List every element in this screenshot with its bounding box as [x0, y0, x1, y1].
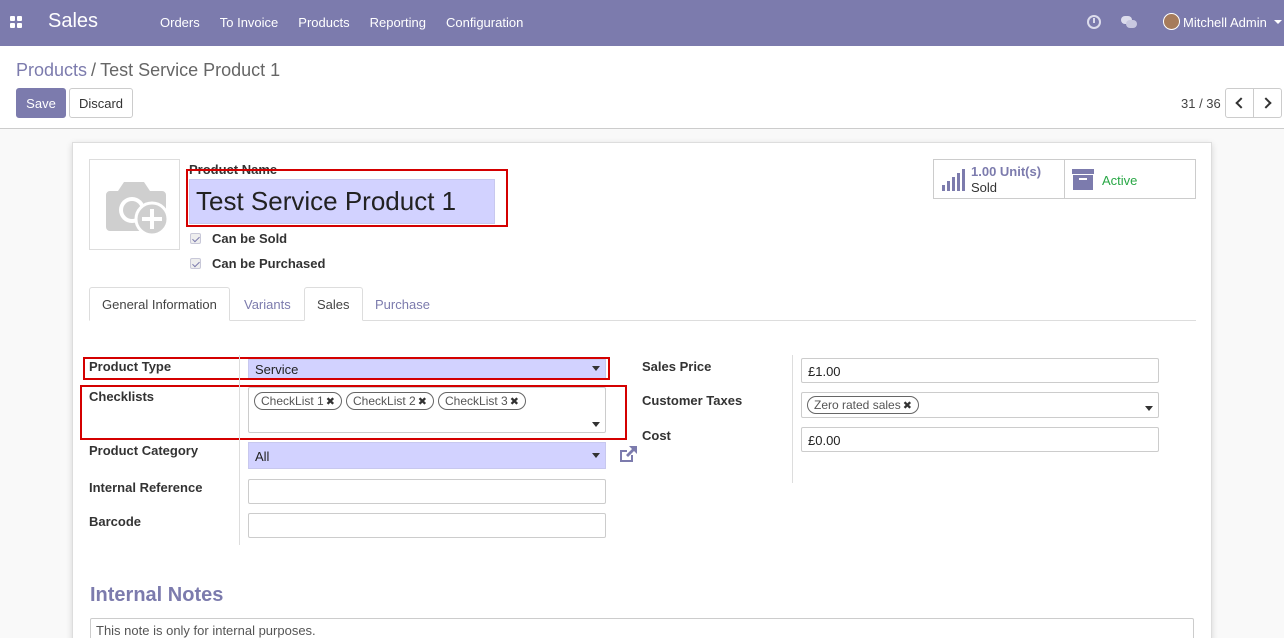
- sold-stat-label: Sold: [971, 180, 998, 195]
- save-button[interactable]: Save: [16, 88, 66, 118]
- can-be-sold-checkbox[interactable]: [190, 233, 201, 244]
- form-sheet: Product Name Test Service Product 1 Can …: [72, 142, 1212, 638]
- menu-configuration[interactable]: Configuration: [436, 15, 533, 30]
- sold-stat-button[interactable]: 1.00 Unit(s) Sold: [933, 159, 1065, 199]
- user-avatar[interactable]: [1163, 13, 1180, 30]
- control-panel: Products / Test Service Product 1 Save Dis…: [0, 46, 1284, 129]
- field-separator-left: [239, 355, 240, 545]
- remove-tag-icon[interactable]: ✖: [903, 400, 912, 412]
- form-tabs: General Information Variants Sales Purch…: [89, 287, 1196, 321]
- product-category-label: Product Category: [89, 443, 199, 458]
- field-separator-right: [792, 355, 793, 483]
- tab-variants[interactable]: Variants: [231, 287, 304, 321]
- breadcrumb-separator: /: [91, 60, 97, 80]
- can-be-sold-label: Can be Sold: [212, 231, 288, 246]
- breadcrumb-current: Test Service Product 1: [100, 60, 281, 80]
- barcode-input[interactable]: [248, 513, 606, 538]
- tab-purchase[interactable]: Purchase: [362, 287, 443, 321]
- cost-label: Cost: [642, 428, 671, 443]
- active-label: Active: [1102, 173, 1138, 188]
- menu-reporting[interactable]: Reporting: [360, 15, 436, 30]
- can-be-purchased-label: Can be Purchased: [212, 256, 326, 271]
- app-name: Sales: [48, 10, 99, 32]
- internal-reference-input[interactable]: [248, 479, 606, 504]
- top-navbar: Sales Orders To Invoice Products Reporti…: [0, 0, 1284, 46]
- product-category-caret-icon: [592, 453, 600, 458]
- breadcrumb: Products / Test Service Product 1: [16, 60, 280, 81]
- chevron-left-icon: [1235, 97, 1247, 109]
- chat-icon[interactable]: [1121, 16, 1137, 28]
- pager-previous-button[interactable]: [1225, 88, 1254, 118]
- internal-notes-title: Internal Notes: [90, 584, 224, 606]
- tab-sales[interactable]: Sales: [304, 287, 363, 321]
- activity-clock-icon[interactable]: [1087, 15, 1101, 29]
- product-image[interactable]: [89, 159, 180, 250]
- tab-general-information[interactable]: General Information: [89, 287, 230, 321]
- chevron-right-icon: [1260, 97, 1272, 109]
- discard-button[interactable]: Discard: [69, 88, 133, 118]
- apps-grid-icon[interactable]: [10, 16, 23, 29]
- external-link-icon[interactable]: [618, 445, 638, 463]
- user-menu-name[interactable]: Mitchell Admin: [1183, 15, 1267, 30]
- user-menu-caret-icon[interactable]: [1274, 20, 1282, 24]
- internal-notes-textarea[interactable]: This note is only for internal purposes.: [90, 618, 1194, 638]
- menu-orders[interactable]: Orders: [150, 15, 210, 30]
- main-menu: Orders To Invoice Products Reporting Con…: [150, 15, 533, 30]
- can-be-purchased-checkbox[interactable]: [190, 258, 201, 269]
- menu-products[interactable]: Products: [288, 15, 359, 30]
- cost-input[interactable]: £0.00: [801, 427, 1159, 452]
- customer-taxes-field[interactable]: Zero rated sales ✖: [801, 392, 1159, 418]
- active-toggle-button[interactable]: Active: [1064, 159, 1196, 199]
- customer-taxes-caret-icon: [1145, 406, 1153, 411]
- pager-value[interactable]: 31 / 36: [1181, 96, 1221, 111]
- product-category-select[interactable]: All: [248, 442, 606, 469]
- breadcrumb-products-link[interactable]: Products: [16, 60, 87, 80]
- barcode-label: Barcode: [89, 514, 142, 529]
- bar-chart-icon: [942, 169, 966, 191]
- customer-taxes-label: Customer Taxes: [642, 393, 743, 408]
- highlight-box-checklists: [80, 385, 627, 440]
- camera-add-icon: [106, 182, 170, 235]
- highlight-box-product-type: [83, 357, 610, 380]
- archive-icon: [1072, 169, 1094, 190]
- sales-price-label: Sales Price: [642, 359, 712, 374]
- internal-reference-label: Internal Reference: [89, 480, 203, 495]
- sold-stat-value: 1.00 Unit(s): [971, 164, 1042, 179]
- highlight-box-name: [186, 169, 508, 227]
- pager-next-button[interactable]: [1253, 88, 1282, 118]
- tax-tag[interactable]: Zero rated sales ✖: [807, 396, 919, 414]
- sales-price-input[interactable]: £1.00: [801, 358, 1159, 383]
- product-category-value: All: [255, 449, 270, 464]
- menu-to-invoice[interactable]: To Invoice: [210, 15, 289, 30]
